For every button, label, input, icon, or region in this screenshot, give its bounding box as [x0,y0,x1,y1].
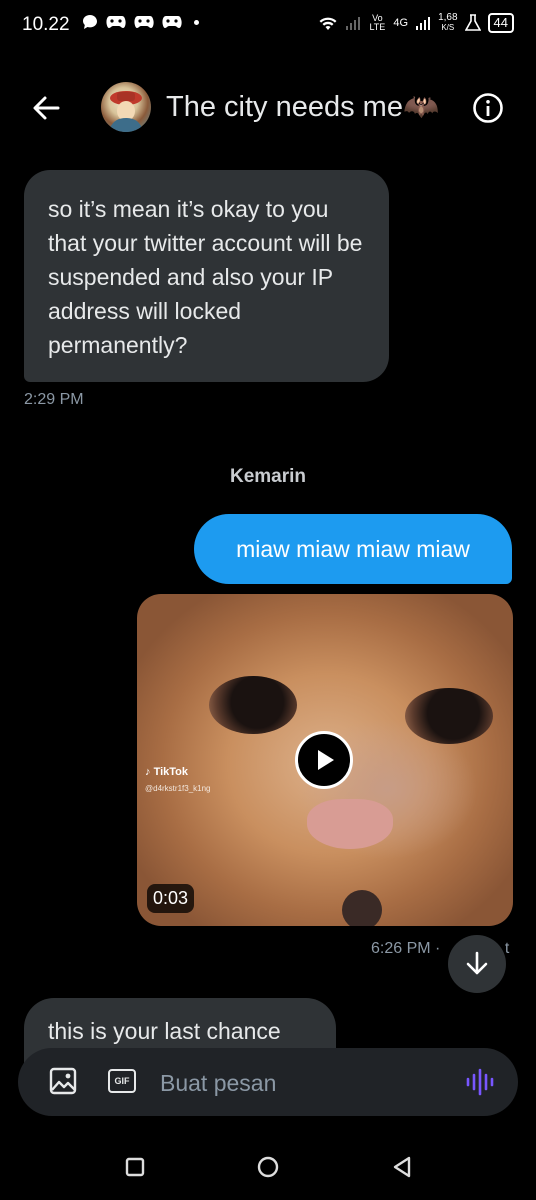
triangle-left-icon [393,1156,411,1178]
incoming-message-text: this is your last chance [48,1018,281,1044]
gamepad-icon [162,16,182,28]
incoming-message-bubble[interactable]: so it’s mean it’s okay to you that your … [24,170,389,382]
network-type-label: 4G [393,17,409,29]
network-speed-value: 1,68 [438,12,458,23]
video-duration: 0:03 [147,884,195,913]
chat-bubble-icon [83,15,97,29]
gamepad-icon [106,16,126,28]
scroll-to-bottom-button[interactable] [448,935,506,993]
square-icon [125,1157,145,1177]
tiktok-watermark-user: @d4rkstr1f3_k1ng [145,784,211,793]
gamepad-icon [134,16,154,28]
image-icon [49,1067,77,1095]
message-timestamp: 2:29 PM [24,391,84,408]
system-navigation-bar [0,1130,536,1200]
conversation-title[interactable]: The city needs me🦇 [166,90,439,124]
wifi-icon [319,17,337,30]
circle-icon [257,1156,279,1178]
home-button[interactable] [253,1152,283,1182]
video-message-time: 6:26 PM · [371,940,445,957]
battery-indicator: 44 [487,13,514,33]
audio-wave-icon [466,1068,494,1096]
system-indicators: Vo LTE 4G 1,68 K/S 44 [318,13,514,33]
video-thumbnail-nose [307,799,393,849]
avatar-illustration [109,91,143,132]
message-input[interactable] [158,1066,452,1100]
add-image-button[interactable] [48,1066,78,1096]
back-nav-button[interactable] [387,1152,417,1182]
status-time: 10.22 [22,14,70,35]
flask-icon [464,14,481,31]
video-message[interactable]: ♪ TikTok @d4rkstr1f3_k1ng 0:03 [137,594,513,926]
info-icon [473,93,503,123]
outgoing-message-text: miaw miaw miaw miaw [236,535,470,562]
outgoing-message-bubble[interactable]: miaw miaw miaw miaw [194,514,512,584]
more-notifications-dot-icon [194,19,199,25]
signal-icon [346,17,361,30]
back-button[interactable] [30,90,70,126]
status-bar: 10.22 Vo LTE 4G 1,68 K/S 44 [0,0,536,52]
network-speed-unit: K/S [441,23,455,32]
network-speed: 1,68 K/S [438,13,457,33]
volte-label: Vo LTE [369,13,386,32]
info-button[interactable] [472,92,504,124]
notification-icons [82,14,199,30]
play-icon [318,750,334,770]
video-thumbnail-eye [405,688,493,744]
message-status-fragment: t [504,940,510,957]
play-button[interactable] [295,731,353,789]
day-separator: Kemarin [229,466,307,487]
arrow-down-icon [466,951,488,975]
recent-apps-button[interactable] [120,1152,150,1182]
avatar[interactable] [101,82,151,132]
arrow-left-icon [33,96,60,120]
voice-message-button[interactable] [464,1066,498,1098]
compose-bar: GIF [18,1048,518,1116]
video-thumbnail-eye [209,676,297,734]
conversation-header: The city needs me🦇 [0,70,536,146]
gif-button[interactable]: GIF [108,1069,136,1093]
tiktok-watermark-label: TikTok [153,766,188,778]
video-thumbnail-mouth [342,890,382,926]
signal-icon [416,17,431,30]
tiktok-watermark: ♪ TikTok [145,766,188,778]
